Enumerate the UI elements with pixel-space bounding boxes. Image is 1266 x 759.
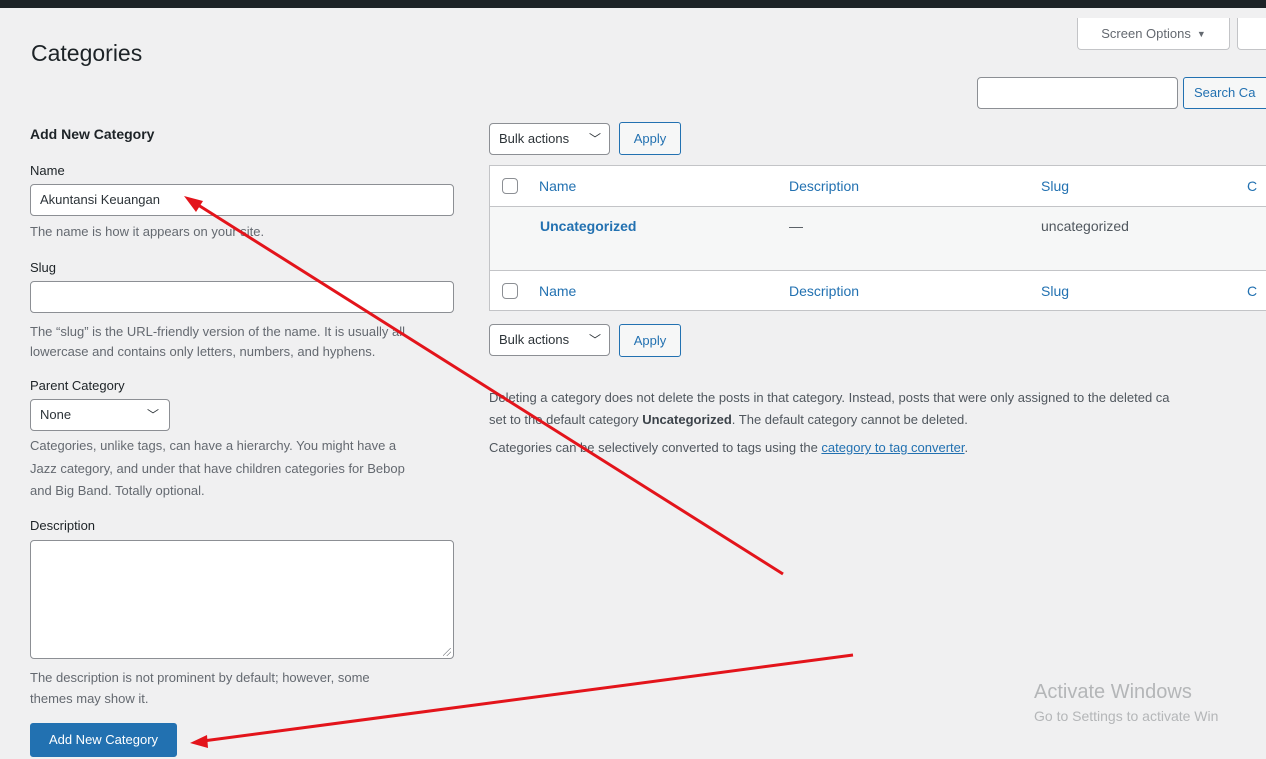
search-input[interactable] bbox=[977, 77, 1178, 109]
column-description-footer[interactable]: Description bbox=[789, 283, 859, 299]
delete-note-bold: Uncategorized bbox=[642, 412, 732, 427]
converter-note: Categories can be selectively converted … bbox=[489, 438, 1266, 458]
category-name-link[interactable]: Uncategorized bbox=[540, 218, 636, 234]
arrowhead-icon bbox=[190, 735, 208, 748]
apply-button-top[interactable]: Apply bbox=[619, 122, 681, 155]
column-count-footer[interactable]: C bbox=[1247, 283, 1257, 299]
activate-windows-title: Activate Windows bbox=[1034, 681, 1192, 703]
slug-help-line-2: lowercase and contains only letters, num… bbox=[30, 344, 376, 359]
bulk-actions-label: Bulk actions bbox=[499, 332, 570, 347]
converter-note-post: . bbox=[964, 440, 969, 455]
delete-note-line-1: Deleting a category does not delete the … bbox=[489, 390, 1170, 405]
description-label: Description bbox=[30, 518, 96, 533]
parent-category-selected: None bbox=[40, 407, 72, 422]
screen-options-button[interactable]: Screen Options ▼ bbox=[1077, 18, 1230, 50]
screen-options-label: Screen Options bbox=[1101, 26, 1191, 41]
column-slug-footer[interactable]: Slug bbox=[1041, 283, 1069, 299]
parent-category-label: Parent Category bbox=[30, 378, 125, 393]
converter-note-pre: Categories can be selectively converted … bbox=[489, 440, 822, 455]
description-help-line-2: themes may show it. bbox=[30, 691, 149, 706]
add-new-category-button[interactable]: Add New Category bbox=[30, 723, 177, 757]
name-input[interactable]: Akuntansi Keuangan bbox=[30, 184, 454, 216]
resize-grip-icon[interactable] bbox=[443, 648, 451, 656]
delete-note-line-2: set to the default category Uncategorize… bbox=[489, 410, 1266, 430]
column-slug-header[interactable]: Slug bbox=[1041, 178, 1069, 194]
caret-down-icon: ▼ bbox=[1196, 28, 1206, 39]
name-label: Name bbox=[30, 163, 65, 178]
help-tab[interactable] bbox=[1237, 18, 1266, 50]
table-row: Uncategorized — uncategorized bbox=[490, 207, 1266, 270]
parent-category-select[interactable]: None ﹀ bbox=[30, 399, 170, 431]
chevron-down-icon: ﹀ bbox=[588, 132, 601, 146]
chevron-down-icon: ﹀ bbox=[146, 408, 159, 422]
column-name-header[interactable]: Name bbox=[539, 178, 576, 194]
select-all-checkbox-footer[interactable] bbox=[502, 283, 518, 299]
slug-input[interactable] bbox=[30, 281, 454, 313]
description-textarea[interactable] bbox=[30, 540, 454, 659]
table-footer-row: Name Description Slug C bbox=[490, 270, 1266, 311]
bulk-actions-select-top[interactable]: Bulk actions ﹀ bbox=[489, 123, 610, 155]
chevron-down-icon: ﹀ bbox=[588, 333, 601, 347]
bulk-actions-select-bottom[interactable]: Bulk actions ﹀ bbox=[489, 324, 610, 356]
apply-button-bottom[interactable]: Apply bbox=[619, 324, 681, 357]
bulk-actions-label: Bulk actions bbox=[499, 131, 570, 146]
category-to-tag-converter-link[interactable]: category to tag converter bbox=[821, 440, 964, 455]
slug-help-line-1: The “slug” is the URL-friendly version o… bbox=[30, 324, 405, 339]
activate-windows-subtitle: Go to Settings to activate Win bbox=[1034, 708, 1219, 724]
description-help-line-1: The description is not prominent by defa… bbox=[30, 670, 370, 685]
page-title: Categories bbox=[31, 40, 143, 66]
delete-note-pre: set to the default category bbox=[489, 412, 643, 427]
slug-label: Slug bbox=[30, 260, 57, 275]
search-categories-button[interactable]: Search Ca bbox=[1183, 77, 1266, 109]
table-header-row: Name Description Slug C bbox=[490, 166, 1266, 207]
column-count-header[interactable]: C bbox=[1247, 178, 1257, 194]
form-heading: Add New Category bbox=[30, 126, 155, 142]
category-description: — bbox=[789, 218, 803, 234]
parent-help-line-3: and Big Band. Totally optional. bbox=[30, 483, 205, 498]
parent-help-line-1: Categories, unlike tags, can have a hier… bbox=[30, 438, 397, 453]
parent-help-line-2: Jazz category, and under that have child… bbox=[30, 461, 405, 476]
column-name-footer[interactable]: Name bbox=[539, 283, 576, 299]
column-description-header[interactable]: Description bbox=[789, 178, 859, 194]
select-all-checkbox[interactable] bbox=[502, 178, 518, 194]
categories-table: Name Description Slug C Uncategorized — … bbox=[489, 165, 1266, 311]
name-help: The name is how it appears on your site. bbox=[30, 224, 265, 239]
category-slug: uncategorized bbox=[1041, 218, 1129, 234]
admin-top-bar bbox=[0, 0, 1266, 8]
delete-note-post: . The default category cannot be deleted… bbox=[731, 412, 968, 427]
